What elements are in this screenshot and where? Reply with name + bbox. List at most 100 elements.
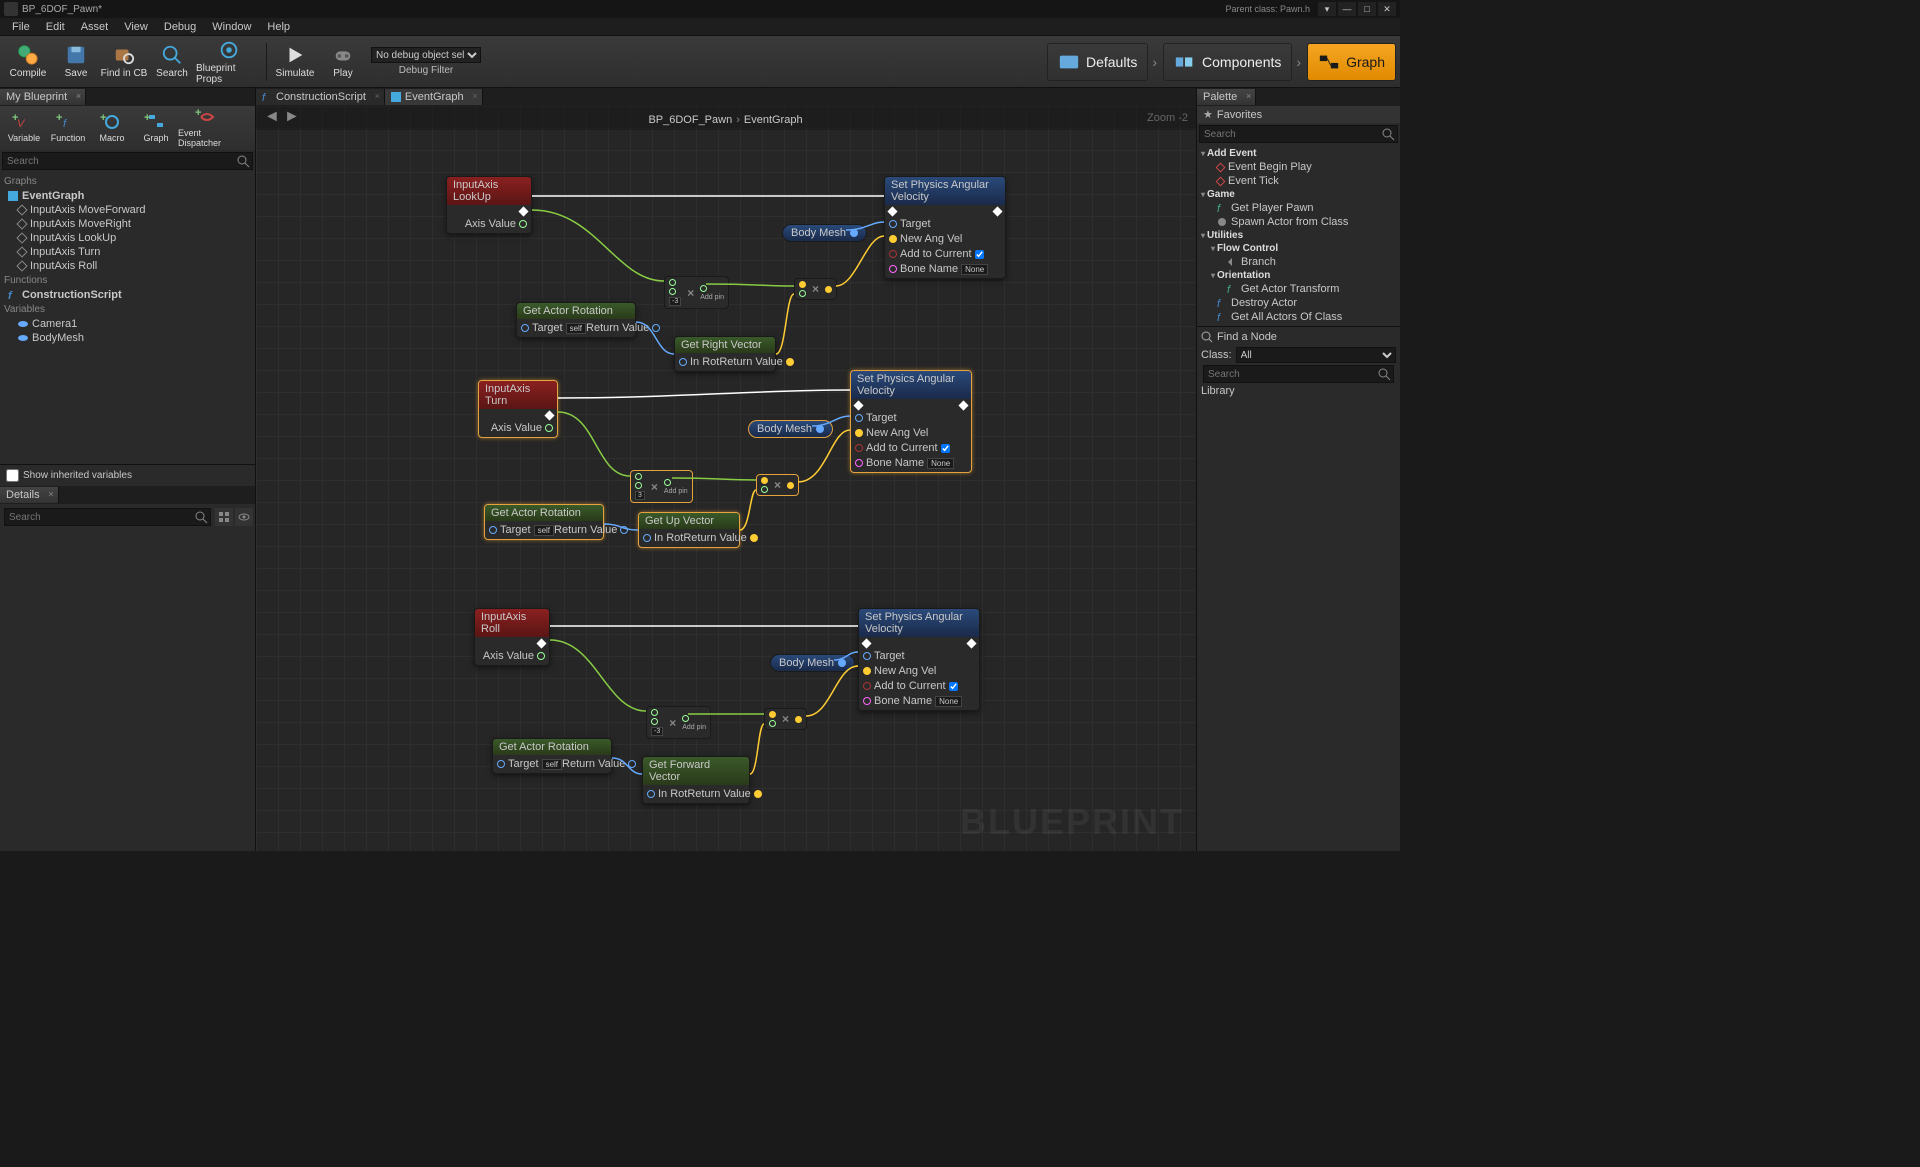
mode-defaults-button[interactable]: Defaults xyxy=(1047,43,1148,81)
debug-object-select[interactable]: No debug object selected xyxy=(371,47,481,63)
node-get-actor-rotation[interactable]: Get Actor Rotation Target selfReturn Val… xyxy=(516,302,636,338)
favorites-section[interactable]: ★Favorites xyxy=(1197,106,1400,123)
palette-item[interactable]: fGet All Actors Of Class xyxy=(1201,310,1396,324)
add-macro-button[interactable]: +Macro xyxy=(90,113,134,143)
menu-file[interactable]: File xyxy=(4,21,38,33)
details-grid-icon[interactable] xyxy=(215,508,233,526)
node-set-physics-velocity[interactable]: Set Physics Angular Velocity TargetNew A… xyxy=(850,370,972,473)
add-graph-button[interactable]: +Graph xyxy=(134,113,178,143)
tab-eventgraph[interactable]: EventGraph× xyxy=(385,89,483,105)
simulate-button[interactable]: Simulate xyxy=(271,39,319,85)
palette-item[interactable]: Branch xyxy=(1201,255,1396,269)
add-function-button[interactable]: +fFunction xyxy=(46,113,90,143)
node-get-up-vector[interactable]: Get Up Vector In RotReturn Value xyxy=(638,512,740,548)
axis-item[interactable]: InputAxis LookUp xyxy=(4,231,251,245)
node-multiply-float[interactable]: 3×Add pin xyxy=(630,470,693,503)
search-input[interactable] xyxy=(1204,369,1377,380)
palette-item[interactable]: fGet Player Pawn xyxy=(1201,201,1396,215)
node-inputaxis-turn[interactable]: InputAxis Turn Axis Value xyxy=(478,380,558,438)
menu-asset[interactable]: Asset xyxy=(73,21,117,33)
axis-item[interactable]: InputAxis MoveRight xyxy=(4,217,251,231)
menu-edit[interactable]: Edit xyxy=(38,21,73,33)
eventgraph-item[interactable]: EventGraph xyxy=(4,189,251,203)
palette-item[interactable]: fGet Actor Transform xyxy=(1201,282,1396,296)
node-bodymesh-var[interactable]: Body Mesh xyxy=(748,420,833,438)
details-eye-icon[interactable] xyxy=(235,508,253,526)
axis-item[interactable]: InputAxis MoveForward xyxy=(4,203,251,217)
window-close-icon[interactable]: ✕ xyxy=(1378,2,1396,16)
search-input[interactable] xyxy=(1200,129,1381,140)
mode-components-button[interactable]: Components xyxy=(1163,43,1292,81)
group-utilities[interactable]: Utilities xyxy=(1201,229,1396,242)
find-node-search[interactable] xyxy=(1203,365,1394,383)
mode-graph-button[interactable]: Graph xyxy=(1307,43,1396,81)
details-tab-label[interactable]: Details× xyxy=(0,487,59,503)
search-input[interactable] xyxy=(3,156,236,167)
axis-item[interactable]: InputAxis Roll xyxy=(4,259,251,273)
add-to-current-checkbox[interactable] xyxy=(975,250,984,259)
menu-view[interactable]: View xyxy=(116,21,156,33)
group-flow-control[interactable]: Flow Control xyxy=(1201,242,1396,255)
play-button[interactable]: Play xyxy=(319,39,367,85)
add-to-current-checkbox[interactable] xyxy=(941,444,950,453)
node-get-actor-rotation[interactable]: Get Actor Rotation Target selfReturn Val… xyxy=(492,738,612,774)
details-search[interactable] xyxy=(4,508,211,526)
menu-window[interactable]: Window xyxy=(204,21,259,33)
node-multiply-float[interactable]: -3×Add pin xyxy=(646,706,711,739)
search-input[interactable] xyxy=(5,512,194,523)
blueprint-props-button[interactable]: Blueprint Props xyxy=(196,39,262,85)
palette-item[interactable]: fDestroy Actor xyxy=(1201,296,1396,310)
graph-canvas[interactable]: ◄ ► BP_6DOF_Pawn›EventGraph Zoom -2 Inpu… xyxy=(256,106,1196,851)
window-help-icon[interactable]: ▾ xyxy=(1318,2,1336,16)
add-event-dispatcher-button[interactable]: +Event Dispatcher xyxy=(178,108,236,148)
construction-item[interactable]: fConstructionScript xyxy=(4,288,251,302)
menu-help[interactable]: Help xyxy=(259,21,298,33)
compile-button[interactable]: Compile xyxy=(4,39,52,85)
node-set-physics-velocity[interactable]: Set Physics Angular Velocity TargetNew A… xyxy=(858,608,980,711)
group-orientation[interactable]: Orientation xyxy=(1201,269,1396,282)
palette-item[interactable]: Event Begin Play xyxy=(1201,160,1396,174)
nav-forward-icon[interactable]: ► xyxy=(284,108,304,128)
class-select[interactable]: All xyxy=(1236,347,1396,363)
tab-construction[interactable]: fConstructionScript× xyxy=(256,89,385,105)
search-button[interactable]: Search xyxy=(148,39,196,85)
node-get-right-vector[interactable]: Get Right Vector In RotReturn Value xyxy=(674,336,776,372)
library-group[interactable]: Library xyxy=(1201,385,1396,397)
variable-item[interactable]: BodyMesh xyxy=(4,331,251,345)
add-to-current-checkbox[interactable] xyxy=(949,682,958,691)
palette-search[interactable] xyxy=(1199,125,1398,143)
window-maximize-icon[interactable]: □ xyxy=(1358,2,1376,16)
palette-item[interactable]: Spawn Actor from Class xyxy=(1201,215,1396,229)
palette-tab-label[interactable]: Palette× xyxy=(1197,89,1256,105)
my-blueprint-search[interactable] xyxy=(2,152,253,170)
close-icon[interactable]: × xyxy=(472,91,477,101)
node-multiply-vec[interactable]: × xyxy=(764,708,807,730)
node-set-physics-velocity[interactable]: Set Physics Angular Velocity TargetNew A… xyxy=(884,176,1006,279)
axis-item[interactable]: InputAxis Turn xyxy=(4,245,251,259)
close-icon[interactable]: × xyxy=(76,91,81,101)
close-icon[interactable]: × xyxy=(48,489,53,499)
menu-debug[interactable]: Debug xyxy=(156,21,204,33)
close-icon[interactable]: × xyxy=(1246,91,1251,101)
node-multiply-vec[interactable]: × xyxy=(794,278,837,300)
node-bodymesh-var[interactable]: Body Mesh xyxy=(770,654,855,672)
group-game[interactable]: Game xyxy=(1201,188,1396,201)
variable-item[interactable]: Camera1 xyxy=(4,317,251,331)
palette-item[interactable]: Event Tick xyxy=(1201,174,1396,188)
nav-back-icon[interactable]: ◄ xyxy=(264,108,284,128)
save-button[interactable]: Save xyxy=(52,39,100,85)
node-multiply-vec[interactable]: × xyxy=(756,474,799,496)
node-multiply-float[interactable]: -3×Add pin xyxy=(664,276,729,309)
add-variable-button[interactable]: +VVariable xyxy=(2,113,46,143)
find-in-cb-button[interactable]: Find in CB xyxy=(100,39,148,85)
window-minimize-icon[interactable]: — xyxy=(1338,2,1356,16)
node-bodymesh-var[interactable]: Body Mesh xyxy=(782,224,867,242)
my-blueprint-tab-label[interactable]: My Blueprint× xyxy=(0,89,86,105)
node-get-forward-vector[interactable]: Get Forward Vector In RotReturn Value xyxy=(642,756,750,804)
node-get-actor-rotation[interactable]: Get Actor Rotation Target selfReturn Val… xyxy=(484,504,604,540)
node-inputaxis-lookup[interactable]: InputAxis LookUp Axis Value xyxy=(446,176,532,234)
node-inputaxis-roll[interactable]: InputAxis Roll Axis Value xyxy=(474,608,550,666)
close-icon[interactable]: × xyxy=(375,91,380,101)
group-add-event[interactable]: Add Event xyxy=(1201,147,1396,160)
show-inherited-checkbox[interactable] xyxy=(6,469,19,482)
